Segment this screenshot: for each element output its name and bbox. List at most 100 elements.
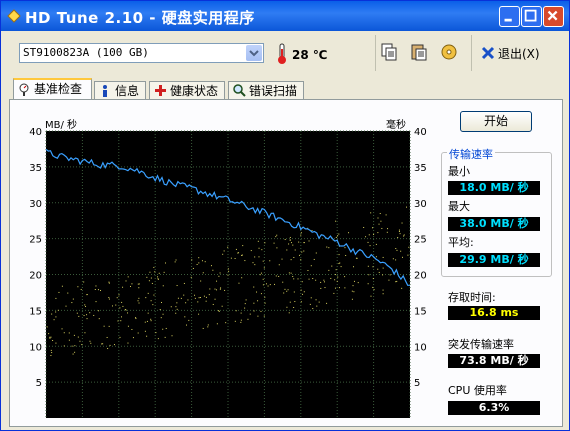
left-axis-unit: MB/ 秒	[45, 118, 77, 131]
y-tick-label-left: 10	[29, 342, 42, 353]
access-time-point	[198, 262, 200, 264]
access-time-point	[293, 306, 295, 308]
access-time-point	[281, 258, 283, 260]
access-time-point	[403, 235, 405, 237]
access-time-point	[308, 240, 310, 242]
start-button[interactable]: 开始	[460, 111, 532, 132]
paste-icon[interactable]	[410, 43, 428, 61]
x-tick-label: 50	[222, 422, 235, 423]
tab-health[interactable]: 健康状态	[149, 81, 225, 99]
min-label: 最小	[448, 165, 470, 178]
access-time-point	[194, 297, 196, 299]
access-time-point	[368, 234, 370, 236]
access-time-point	[127, 312, 129, 314]
access-time-value: 16.8 ms	[448, 306, 540, 320]
access-time-point	[197, 301, 199, 303]
access-time-point	[165, 262, 167, 264]
maximize-button[interactable]	[521, 6, 542, 27]
tab-benchmark[interactable]: 基准检查	[13, 78, 92, 100]
access-time-point	[345, 254, 347, 256]
access-time-point	[337, 235, 339, 237]
access-time-point	[355, 257, 357, 259]
access-time-point	[85, 305, 87, 307]
access-time-point	[119, 336, 121, 338]
access-time-point	[103, 325, 105, 327]
drive-select[interactable]: ST9100823A (100 GB)	[19, 43, 264, 63]
access-time-point	[86, 294, 88, 296]
access-time-point	[242, 245, 244, 247]
access-time-point	[122, 305, 124, 307]
access-time-point	[257, 240, 259, 242]
close-button[interactable]	[543, 6, 564, 27]
health-icon	[155, 85, 166, 96]
access-time-point	[382, 293, 384, 295]
access-time-point	[320, 287, 322, 289]
access-time-point	[300, 234, 302, 236]
access-time-point	[61, 328, 63, 330]
access-time-point	[241, 254, 243, 256]
minimize-button[interactable]	[499, 6, 520, 27]
access-time-label: 存取时间:	[448, 291, 496, 304]
access-time-point	[220, 287, 222, 289]
access-time-point	[150, 277, 152, 279]
access-time-point	[63, 345, 65, 347]
access-time-point	[175, 259, 177, 261]
access-time-point	[401, 287, 403, 289]
access-time-point	[395, 259, 397, 261]
access-time-point	[348, 232, 350, 234]
access-time-point	[79, 340, 81, 342]
access-time-point	[51, 313, 53, 315]
title-bar[interactable]: HD Tune 2.10 - 硬盘实用程序	[1, 1, 569, 31]
min-value: 18.0 MB/ 秒	[448, 181, 540, 195]
access-time-point	[55, 316, 57, 318]
access-time-point	[234, 258, 236, 260]
tab-label: 健康状态	[170, 84, 219, 98]
access-time-point	[117, 320, 119, 322]
magnifier-icon	[233, 84, 246, 97]
access-time-point	[108, 281, 110, 283]
y-tick-label-right: 5	[414, 378, 420, 389]
access-time-point	[310, 265, 312, 267]
access-time-point	[298, 241, 300, 243]
access-time-point	[307, 269, 309, 271]
access-time-point	[187, 299, 189, 301]
access-time-point	[177, 297, 179, 299]
access-time-point	[183, 282, 185, 284]
access-time-point	[283, 292, 285, 294]
copy-icon[interactable]	[380, 43, 398, 61]
access-time-point	[382, 274, 384, 276]
access-time-point	[397, 237, 399, 239]
access-time-point	[55, 342, 57, 344]
chevron-down-icon[interactable]	[246, 45, 262, 61]
access-time-point	[186, 324, 188, 326]
access-time-point	[365, 236, 367, 238]
access-time-point	[207, 324, 209, 326]
access-time-point	[372, 278, 374, 280]
save-icon[interactable]	[440, 43, 458, 61]
access-time-point	[328, 269, 330, 271]
tab-error-scan[interactable]: 错误扫描	[228, 81, 304, 99]
access-time-point	[216, 323, 218, 325]
x-tick-label: 40	[185, 422, 198, 423]
tab-info[interactable]: 信息	[94, 81, 146, 99]
access-time-point	[137, 332, 139, 334]
access-time-point	[138, 302, 140, 304]
access-time-point	[162, 313, 164, 315]
access-time-point	[198, 313, 200, 315]
access-time-point	[61, 285, 63, 287]
x-tick-label: 0	[43, 422, 49, 423]
access-time-point	[377, 268, 379, 270]
access-time-point	[165, 327, 167, 329]
access-time-point	[164, 336, 166, 338]
access-time-point	[320, 281, 322, 283]
access-time-point	[115, 304, 117, 306]
access-time-point	[210, 265, 212, 267]
access-time-point	[378, 223, 380, 225]
access-time-point	[275, 236, 277, 238]
access-time-point	[107, 348, 109, 350]
access-time-point	[72, 353, 74, 355]
access-time-point	[71, 345, 73, 347]
burst-rate-value: 73.8 MB/ 秒	[448, 354, 540, 368]
access-time-point	[84, 304, 86, 306]
access-time-point	[257, 315, 259, 317]
